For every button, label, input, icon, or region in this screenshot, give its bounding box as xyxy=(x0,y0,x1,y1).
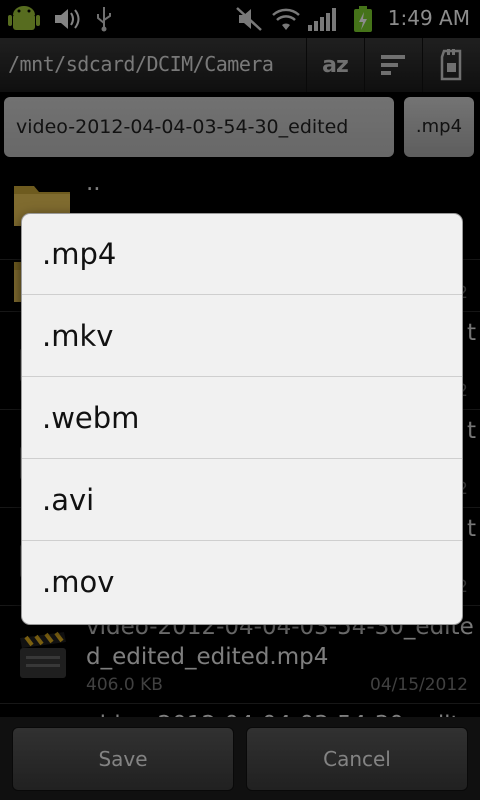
option-webm[interactable]: .webm xyxy=(22,378,462,459)
extension-dialog: .mp4 .mkv .webm .avi .mov xyxy=(22,214,462,624)
option-mkv[interactable]: .mkv xyxy=(22,296,462,377)
option-mov[interactable]: .mov xyxy=(22,542,462,623)
option-avi[interactable]: .avi xyxy=(22,460,462,541)
option-mp4[interactable]: .mp4 xyxy=(22,214,462,295)
